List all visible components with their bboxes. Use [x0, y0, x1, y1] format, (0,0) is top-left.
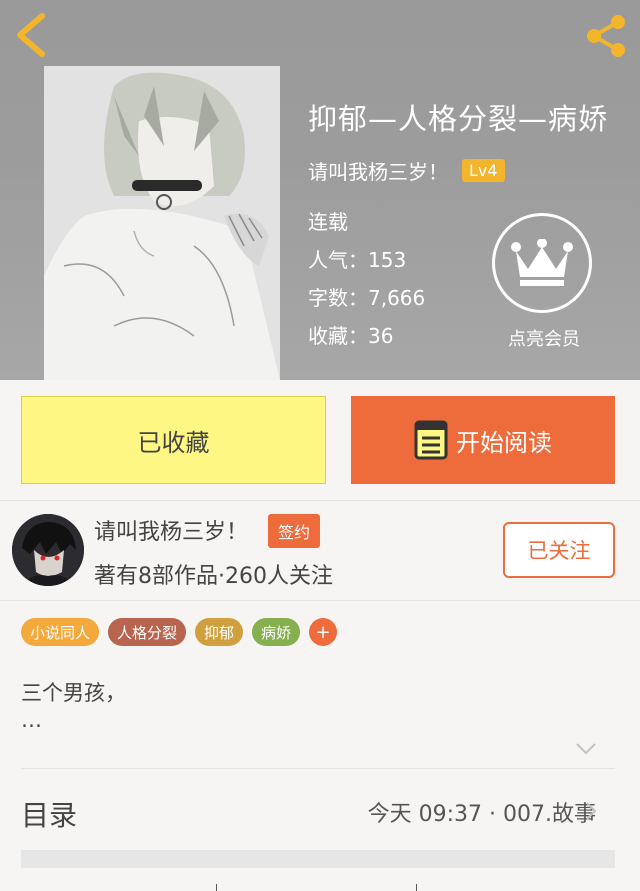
chevron-left-icon: [17, 13, 45, 57]
signed-badge: 签约: [268, 514, 321, 548]
share-icon: [587, 15, 625, 57]
tag-list: 小说同人 人格分裂 抑郁 病娇 +: [21, 618, 338, 646]
book-status: 连载: [308, 210, 348, 234]
tag-item[interactable]: 人格分裂: [108, 618, 187, 646]
avatar-image: [12, 514, 84, 586]
tag-item[interactable]: 小说同人: [21, 618, 100, 646]
writer-avatar[interactable]: [12, 514, 84, 586]
share-button[interactable]: [580, 12, 632, 60]
divider: [21, 768, 615, 769]
book-author[interactable]: 请叫我杨三岁！ Lv4: [308, 156, 505, 185]
bottom-tick: [416, 884, 417, 891]
book-title: 抑郁—人格分裂—病娇: [308, 102, 609, 136]
start-reading-label: 开始阅读: [456, 428, 552, 457]
followed-label: 已关注: [527, 539, 591, 563]
description-ellipsis: …: [21, 708, 42, 732]
bottom-placeholder-bar: [21, 850, 615, 868]
vip-label: 点亮会员: [508, 329, 580, 350]
vip-membership-button[interactable]: 点亮会员: [492, 213, 596, 353]
level-badge: Lv4: [462, 159, 505, 182]
back-button[interactable]: [8, 10, 52, 60]
bottom-tick: [216, 884, 217, 891]
word-count-stat: 字数：7,666: [308, 286, 426, 310]
divider: [0, 500, 640, 501]
favorites-stat: 收藏：36: [308, 324, 394, 348]
tag-item[interactable]: 病娇: [252, 618, 301, 646]
divider: [0, 600, 640, 601]
chevron-right-icon: [586, 802, 597, 820]
book-cover[interactable]: [44, 66, 280, 380]
description-text: 三个男孩，: [21, 681, 126, 705]
start-reading-button[interactable]: 开始阅读: [351, 396, 615, 484]
table-of-contents-label[interactable]: 目录: [21, 794, 77, 834]
expand-description-button[interactable]: [574, 740, 598, 758]
followed-button[interactable]: 已关注: [503, 522, 615, 578]
cover-illustration: [44, 66, 280, 380]
collected-button[interactable]: 已收藏: [21, 396, 326, 484]
chevron-down-icon: [576, 743, 596, 755]
writer-meta: 著有8部作品·260人关注: [94, 564, 333, 589]
add-tag-button[interactable]: +: [309, 618, 338, 646]
writer-name[interactable]: 请叫我杨三岁！: [94, 514, 248, 546]
tag-item[interactable]: 抑郁: [195, 618, 244, 646]
book-header: 抑郁—人格分裂—病娇 请叫我杨三岁！ Lv4 连载 人气：153 字数：7,66…: [0, 0, 640, 380]
toc-chevron-right[interactable]: [584, 800, 598, 822]
vip-ring: [492, 213, 592, 313]
popularity-stat: 人气：153: [308, 248, 407, 272]
author-name: 请叫我杨三岁！: [308, 160, 448, 184]
latest-chapter[interactable]: 今天 09:37 · 007.故事: [368, 796, 596, 828]
collected-label: 已收藏: [137, 428, 210, 457]
book-icon: [414, 420, 448, 460]
crown-icon: [511, 239, 573, 286]
